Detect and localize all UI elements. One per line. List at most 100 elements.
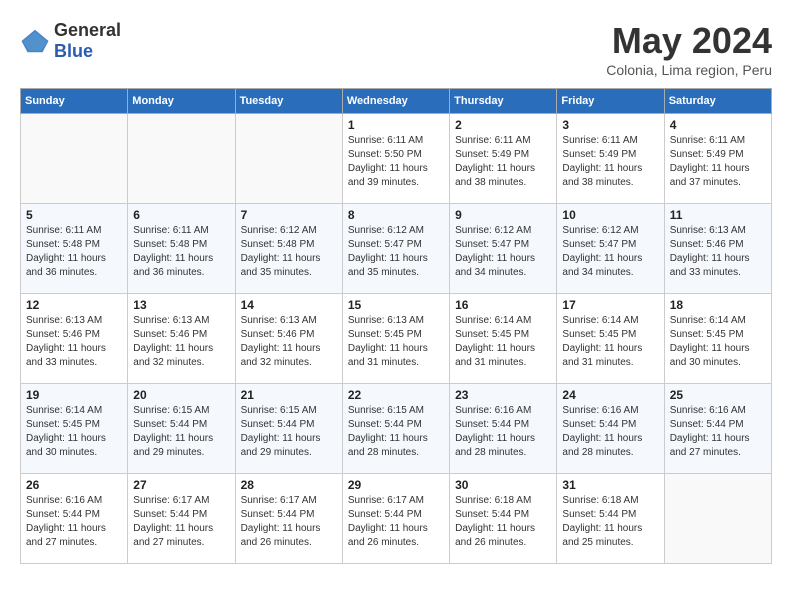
- calendar-cell: 31Sunrise: 6:18 AM Sunset: 5:44 PM Dayli…: [557, 474, 664, 564]
- calendar-cell: 11 Sunrise: 6:13 AM Sunset: 5:46 PM Dayli…: [664, 204, 771, 294]
- calendar-cell: 14 Sunrise: 6:13 AM Sunset: 5:46 PM Dayli…: [235, 294, 342, 384]
- calendar-cell: [235, 114, 342, 204]
- calendar-table: SundayMondayTuesdayWednesdayThursdayFrid…: [20, 88, 772, 564]
- day-number: 28: [241, 478, 337, 492]
- day-info: Sunrise: 6:16 AM Sunset: 5:44 PM Dayligh…: [455, 404, 551, 460]
- day-number: 24: [562, 388, 658, 402]
- calendar-cell: [21, 114, 128, 204]
- calendar-week-4: 19 Sunrise: 6:14 AM Sunset: 5:45 PM Dayli…: [21, 384, 772, 474]
- day-number: 4: [670, 118, 766, 132]
- logo-icon: [20, 26, 50, 56]
- calendar-week-1: 1 Sunrise: 6:11 AM Sunset: 5:50 PM Daylig…: [21, 114, 772, 204]
- day-info: Sunrise: 6:15 AM Sunset: 5:44 PM Dayligh…: [133, 404, 229, 460]
- calendar-cell: 25 Sunrise: 6:16 AM Sunset: 5:44 PM Dayli…: [664, 384, 771, 474]
- page-header: General Blue May 2024 Colonia, Lima regi…: [20, 20, 772, 78]
- calendar-cell: 6 Sunrise: 6:11 AM Sunset: 5:48 PM Daylig…: [128, 204, 235, 294]
- calendar-cell: [128, 114, 235, 204]
- day-info: Sunrise: 6:11 AM Sunset: 5:49 PM Dayligh…: [670, 134, 766, 190]
- calendar-cell: 12 Sunrise: 6:13 AM Sunset: 5:46 PM Dayli…: [21, 294, 128, 384]
- day-info: Sunrise: 6:12 AM Sunset: 5:47 PM Dayligh…: [348, 224, 444, 280]
- header-cell-monday: Monday: [128, 89, 235, 114]
- logo-general-text: General: [54, 20, 121, 41]
- day-number: 8: [348, 208, 444, 222]
- day-number: 23: [455, 388, 551, 402]
- day-number: 26: [26, 478, 122, 492]
- day-number: 15: [348, 298, 444, 312]
- calendar-body: 1 Sunrise: 6:11 AM Sunset: 5:50 PM Daylig…: [21, 114, 772, 564]
- day-info: Sunrise: 6:11 AM Sunset: 5:49 PM Dayligh…: [455, 134, 551, 190]
- calendar-cell: 8 Sunrise: 6:12 AM Sunset: 5:47 PM Daylig…: [342, 204, 449, 294]
- calendar-cell: 29Sunrise: 6:17 AM Sunset: 5:44 PM Dayli…: [342, 474, 449, 564]
- calendar-cell: 28 Sunrise: 6:17 AM Sunset: 5:44 PM Dayli…: [235, 474, 342, 564]
- calendar-cell: 27 Sunrise: 6:17 AM Sunset: 5:44 PM Dayli…: [128, 474, 235, 564]
- day-number: 10: [562, 208, 658, 222]
- day-info: Sunrise: 6:14 AM Sunset: 5:45 PM Dayligh…: [455, 314, 551, 370]
- header-row: SundayMondayTuesdayWednesdayThursdayFrid…: [21, 89, 772, 114]
- day-number: 16: [455, 298, 551, 312]
- day-info: Sunrise: 6:17 AM Sunset: 5:44 PM Dayligh…: [133, 494, 229, 550]
- day-info: Sunrise: 6:15 AM Sunset: 5:44 PM Dayligh…: [241, 404, 337, 460]
- day-number: 17: [562, 298, 658, 312]
- calendar-cell: 24Sunrise: 6:16 AM Sunset: 5:44 PM Dayli…: [557, 384, 664, 474]
- day-number: 3: [562, 118, 658, 132]
- day-info: Sunrise: 6:12 AM Sunset: 5:48 PM Dayligh…: [241, 224, 337, 280]
- day-info: Sunrise: 6:13 AM Sunset: 5:46 PM Dayligh…: [26, 314, 122, 370]
- day-info: Sunrise: 6:13 AM Sunset: 5:45 PM Dayligh…: [348, 314, 444, 370]
- header-cell-thursday: Thursday: [450, 89, 557, 114]
- day-number: 31: [562, 478, 658, 492]
- calendar-cell: 2 Sunrise: 6:11 AM Sunset: 5:49 PM Daylig…: [450, 114, 557, 204]
- calendar-cell: 18 Sunrise: 6:14 AM Sunset: 5:45 PM Dayli…: [664, 294, 771, 384]
- calendar-cell: 5Sunrise: 6:11 AM Sunset: 5:48 PM Daylig…: [21, 204, 128, 294]
- day-info: Sunrise: 6:16 AM Sunset: 5:44 PM Dayligh…: [670, 404, 766, 460]
- day-info: Sunrise: 6:11 AM Sunset: 5:50 PM Dayligh…: [348, 134, 444, 190]
- day-number: 11: [670, 208, 766, 222]
- day-info: Sunrise: 6:14 AM Sunset: 5:45 PM Dayligh…: [670, 314, 766, 370]
- day-info: Sunrise: 6:12 AM Sunset: 5:47 PM Dayligh…: [562, 224, 658, 280]
- day-number: 7: [241, 208, 337, 222]
- day-number: 13: [133, 298, 229, 312]
- day-info: Sunrise: 6:13 AM Sunset: 5:46 PM Dayligh…: [670, 224, 766, 280]
- calendar-cell: 9Sunrise: 6:12 AM Sunset: 5:47 PM Daylig…: [450, 204, 557, 294]
- day-number: 14: [241, 298, 337, 312]
- calendar-cell: 30Sunrise: 6:18 AM Sunset: 5:44 PM Dayli…: [450, 474, 557, 564]
- day-number: 25: [670, 388, 766, 402]
- day-info: Sunrise: 6:13 AM Sunset: 5:46 PM Dayligh…: [241, 314, 337, 370]
- day-number: 20: [133, 388, 229, 402]
- calendar-cell: 23 Sunrise: 6:16 AM Sunset: 5:44 PM Dayli…: [450, 384, 557, 474]
- day-number: 27: [133, 478, 229, 492]
- day-number: 5: [26, 208, 122, 222]
- day-info: Sunrise: 6:18 AM Sunset: 5:44 PM Dayligh…: [455, 494, 551, 550]
- day-info: Sunrise: 6:17 AM Sunset: 5:44 PM Dayligh…: [241, 494, 337, 550]
- calendar-cell: 7 Sunrise: 6:12 AM Sunset: 5:48 PM Daylig…: [235, 204, 342, 294]
- calendar-week-5: 26 Sunrise: 6:16 AM Sunset: 5:44 PM Dayli…: [21, 474, 772, 564]
- logo-blue-text: Blue: [54, 41, 121, 62]
- logo: General Blue: [20, 20, 121, 62]
- day-number: 1: [348, 118, 444, 132]
- day-info: Sunrise: 6:11 AM Sunset: 5:48 PM Dayligh…: [133, 224, 229, 280]
- day-number: 19: [26, 388, 122, 402]
- calendar-week-2: 5 Sunrise: 6:11 AM Sunset: 5:48 PM Daylig…: [21, 204, 772, 294]
- calendar-cell: 1 Sunrise: 6:11 AM Sunset: 5:50 PM Daylig…: [342, 114, 449, 204]
- day-info: Sunrise: 6:11 AM Sunset: 5:49 PM Dayligh…: [562, 134, 658, 190]
- day-number: 12: [26, 298, 122, 312]
- day-number: 6: [133, 208, 229, 222]
- header-cell-friday: Friday: [557, 89, 664, 114]
- month-title: May 2024: [606, 20, 772, 62]
- calendar-cell: 15 Sunrise: 6:13 AM Sunset: 5:45 PM Dayli…: [342, 294, 449, 384]
- title-block: May 2024 Colonia, Lima region, Peru: [606, 20, 772, 78]
- calendar-cell: 10 Sunrise: 6:12 AM Sunset: 5:47 PM Dayli…: [557, 204, 664, 294]
- day-number: 22: [348, 388, 444, 402]
- day-info: Sunrise: 6:16 AM Sunset: 5:44 PM Dayligh…: [26, 494, 122, 550]
- location-subtitle: Colonia, Lima region, Peru: [606, 62, 772, 78]
- day-info: Sunrise: 6:14 AM Sunset: 5:45 PM Dayligh…: [26, 404, 122, 460]
- day-number: 18: [670, 298, 766, 312]
- day-number: 2: [455, 118, 551, 132]
- day-info: Sunrise: 6:17 AM Sunset: 5:44 PM Dayligh…: [348, 494, 444, 550]
- day-info: Sunrise: 6:13 AM Sunset: 5:46 PM Dayligh…: [133, 314, 229, 370]
- header-cell-tuesday: Tuesday: [235, 89, 342, 114]
- calendar-cell: 17Sunrise: 6:14 AM Sunset: 5:45 PM Dayli…: [557, 294, 664, 384]
- calendar-cell: 16 Sunrise: 6:14 AM Sunset: 5:45 PM Dayli…: [450, 294, 557, 384]
- calendar-cell: 19 Sunrise: 6:14 AM Sunset: 5:45 PM Dayli…: [21, 384, 128, 474]
- calendar-cell: 4 Sunrise: 6:11 AM Sunset: 5:49 PM Daylig…: [664, 114, 771, 204]
- day-number: 21: [241, 388, 337, 402]
